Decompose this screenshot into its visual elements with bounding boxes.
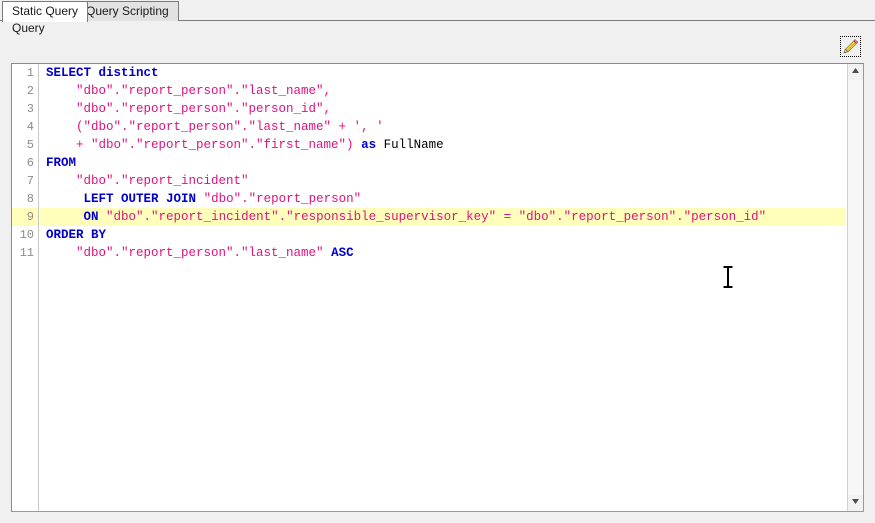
line-number: 2 [26, 84, 34, 98]
line-number-current: 9 [12, 208, 38, 226]
code-token-str: "dbo"."report_person"."last_name", [76, 84, 332, 98]
tab-query-scripting[interactable]: Query Scripting [76, 1, 179, 21]
pencil-glyph [843, 39, 859, 54]
query-section-label: Query [12, 21, 45, 35]
code-token-str: "dbo"."report_incident"."responsible_sup… [106, 210, 767, 224]
code-line[interactable]: LEFT OUTER JOIN "dbo"."report_person" [40, 190, 846, 208]
line-number: 6 [26, 156, 34, 170]
line-number: 10 [19, 228, 34, 242]
line-number: 11 [19, 246, 34, 260]
sql-editor[interactable]: 1 2 3 4 5 6 7 8 9 10 11 SELECT distinct … [11, 63, 864, 512]
code-token-str: "dbo"."report_person"."person_id", [76, 102, 332, 116]
tab-static-query[interactable]: Static Query [2, 1, 89, 22]
code-token-str: ("dbo"."report_person"."last_name" + ', … [76, 120, 384, 134]
code-line[interactable]: "dbo"."report_incident" [40, 172, 846, 190]
code-token-str: "dbo"."report_person" [203, 192, 362, 206]
code-token-kw: ON [83, 210, 99, 224]
code-token-kw: LEFT OUTER JOIN [83, 192, 197, 206]
code-token-str: "dbo"."report_incident" [76, 174, 249, 188]
pencil-icon[interactable] [840, 36, 861, 57]
scroll-up-icon[interactable] [848, 64, 863, 80]
editor-vertical-scrollbar[interactable] [847, 64, 863, 511]
line-number: 5 [26, 138, 34, 152]
code-line[interactable]: ORDER BY [40, 226, 846, 244]
scroll-down-glyph [852, 499, 859, 504]
code-token-kw: ASC [331, 246, 354, 260]
line-number: 4 [26, 120, 34, 134]
code-token-kw: SELECT distinct [46, 66, 159, 80]
code-line[interactable]: "dbo"."report_person"."last_name", [40, 82, 846, 100]
line-number: 1 [26, 66, 34, 80]
scroll-down-icon[interactable] [848, 495, 863, 511]
code-line-current[interactable]: ON "dbo"."report_incident"."responsible_… [40, 208, 846, 226]
line-number: 7 [26, 174, 34, 188]
sql-code-area[interactable]: SELECT distinct "dbo"."report_person"."l… [40, 64, 846, 511]
code-token-kw: ORDER BY [46, 228, 107, 242]
tab-strip: Static Query Query Scripting [0, 0, 875, 22]
code-token-kw: as [361, 138, 377, 152]
code-token-kw: FROM [46, 156, 77, 170]
line-number: 3 [26, 102, 34, 116]
scrollbar-track[interactable] [848, 80, 863, 495]
code-line[interactable]: SELECT distinct [40, 64, 846, 82]
line-number: 8 [26, 192, 34, 206]
line-number-gutter: 1 2 3 4 5 6 7 8 9 10 11 [12, 64, 39, 511]
code-token-id: FullName [376, 138, 444, 152]
code-line[interactable]: "dbo"."report_person"."person_id", [40, 100, 846, 118]
code-line[interactable]: ("dbo"."report_person"."last_name" + ', … [40, 118, 846, 136]
code-token-str: "dbo"."report_person"."last_name" [76, 246, 324, 260]
code-line[interactable]: FROM [40, 154, 846, 172]
code-line[interactable]: "dbo"."report_person"."last_name" ASC [40, 244, 846, 262]
code-token-str: + "dbo"."report_person"."first_name") [76, 138, 354, 152]
scroll-up-glyph [852, 68, 859, 73]
code-line[interactable]: + "dbo"."report_person"."first_name") as… [40, 136, 846, 154]
